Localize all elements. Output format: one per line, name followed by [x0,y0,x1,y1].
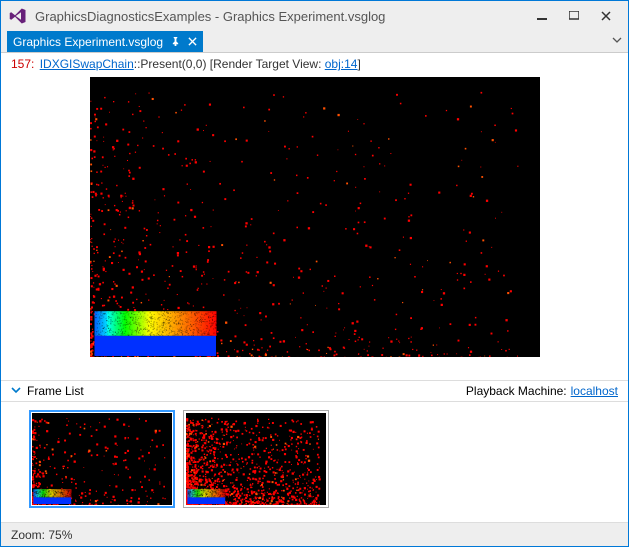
event-rtv-suffix: ] [357,57,360,71]
frame-thumbnail[interactable] [29,410,175,508]
window-title: GraphicsDiagnosticsExamples - Graphics E… [35,9,526,24]
render-target-view [1,77,628,380]
event-number: 157: [11,57,34,71]
vs-logo-icon [9,7,27,25]
pin-icon[interactable] [171,37,180,46]
frame-list-header[interactable]: Frame List Playback Machine: localhost [1,380,628,402]
tabstrip: Graphics Experiment.vsglog [1,31,628,53]
event-rtv-prefix: [Render Target View: [206,57,324,71]
playback-machine-label: Playback Machine: [466,384,567,398]
frame-thumbnail-canvas [32,413,172,505]
zoom-status: Zoom: 75% [11,528,72,542]
tab-graphics-experiment[interactable]: Graphics Experiment.vsglog [7,31,203,52]
frame-thumbnail[interactable] [183,410,329,508]
close-button[interactable] [590,4,622,28]
event-info-bar: 157: IDXGISwapChain::Present(0,0) [Rende… [1,53,628,77]
tab-overflow-dropdown-icon[interactable] [612,34,622,48]
minimize-button[interactable] [526,4,558,28]
event-interface-link[interactable]: IDXGISwapChain [40,57,134,71]
tab-label: Graphics Experiment.vsglog [13,35,163,49]
maximize-button[interactable] [558,4,590,28]
chevron-down-icon[interactable] [11,385,21,398]
frame-thumbnail-canvas [186,413,326,505]
frame-list [1,402,628,522]
titlebar: GraphicsDiagnosticsExamples - Graphics E… [1,1,628,31]
close-tab-icon[interactable] [188,37,197,46]
render-target-canvas[interactable] [90,77,540,357]
status-bar: Zoom: 75% [1,522,628,546]
playback-machine-link[interactable]: localhost [571,384,618,398]
event-method: ::Present(0,0) [134,57,207,71]
event-object-link[interactable]: obj:14 [325,57,358,71]
frame-list-label: Frame List [27,384,84,398]
